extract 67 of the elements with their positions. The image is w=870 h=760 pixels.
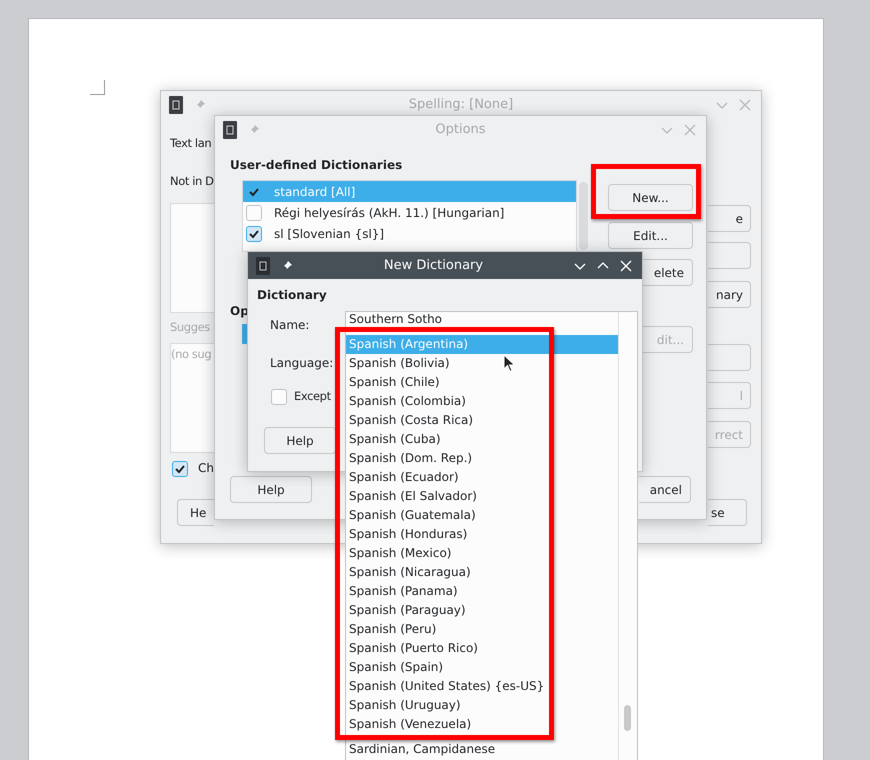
language-dropdown-menu[interactable] xyxy=(345,311,638,760)
dropdown-item[interactable]: Spanish (El Salvador) xyxy=(346,487,618,506)
suggestions-list[interactable] xyxy=(170,343,215,453)
window-title: Spelling: [None] xyxy=(408,97,514,112)
checkbox[interactable] xyxy=(246,226,262,242)
dropdown-item[interactable]: Southern Sotho xyxy=(346,312,618,327)
text-area[interactable] xyxy=(170,203,215,313)
dropdown-item[interactable]: Spanish (Puerto Rico) xyxy=(346,639,618,658)
dropdown-item[interactable]: Spanish (Costa Rica) xyxy=(346,411,618,430)
checkbox[interactable] xyxy=(246,204,262,220)
field-label: Text lan xyxy=(170,136,212,150)
scrollbar[interactable] xyxy=(579,182,588,250)
dropdown-item[interactable]: Spanish (Nicaragua) xyxy=(346,563,618,582)
document-icon xyxy=(223,120,237,138)
action-button[interactable]: Edit... xyxy=(608,222,693,249)
field-label: Sugges xyxy=(170,320,210,334)
dropdown-item[interactable]: Spanish (Chile) xyxy=(346,373,618,392)
check-icon xyxy=(248,228,260,240)
dropdown-item[interactable]: Spanish (Paraguay) xyxy=(346,601,618,620)
button-edge[interactable] xyxy=(708,344,751,371)
scrollbar-thumb[interactable] xyxy=(624,705,631,731)
dropdown-item[interactable]: Spanish (Dom. Rep.) xyxy=(346,449,618,468)
action-button[interactable]: nary xyxy=(708,281,751,308)
action-button[interactable]: New... xyxy=(608,184,693,211)
dropdown-item[interactable]: Spanish (Spain) xyxy=(346,658,618,677)
window-title: Options xyxy=(434,122,487,137)
action-button[interactable]: e xyxy=(708,205,751,232)
dropdown-item[interactable]: Spanish (Colombia) xyxy=(346,392,618,411)
dropdown-item[interactable]: Spanish (Bolivia) xyxy=(346,354,618,373)
help-button[interactable]: He xyxy=(177,499,214,526)
section-heading: Dictionary xyxy=(257,288,327,302)
dropdown-item[interactable]: Spanish (Ecuador) xyxy=(346,468,618,487)
checkbox-label: Except xyxy=(294,389,331,403)
window-title: New Dictionary xyxy=(382,258,484,273)
dropdown-item[interactable]: Spanish (Mexico) xyxy=(346,544,618,563)
page-corner-mark xyxy=(90,80,105,95)
field-label: Language: xyxy=(270,356,334,370)
dictionary-item[interactable]: Régi helyesírás (AkH. 11.) [Hungarian] xyxy=(243,202,576,223)
dropdown-item[interactable]: Spanish (Peru) xyxy=(346,620,618,639)
dropdown-item[interactable]: Spanish (Cuba) xyxy=(346,430,618,449)
checkbox-label: Ch xyxy=(198,461,214,475)
checkbox[interactable] xyxy=(172,461,188,477)
dictionary-list[interactable]: standard [All] Régi helyesírás (AkH. 11.) [Hungarian] sl [Slovenian {sl}] xyxy=(242,180,577,252)
document-icon xyxy=(169,96,183,114)
dropdown-item[interactable]: Spanish (Honduras) xyxy=(346,525,618,544)
button-edge[interactable] xyxy=(708,242,751,269)
document-icon xyxy=(256,256,270,274)
dropdown-item[interactable]: Sardinian, Campidanese xyxy=(346,740,618,759)
cancel-button[interactable]: ancel xyxy=(639,476,691,503)
section-heading: User-defined Dictionaries xyxy=(230,158,402,172)
dictionary-item[interactable]: sl [Slovenian {sl}] xyxy=(243,223,576,244)
dropdown-item[interactable]: Spanish (United States) {es-US} xyxy=(346,677,618,696)
help-button[interactable]: Help xyxy=(230,476,312,503)
close-button[interactable]: se xyxy=(708,499,747,526)
action-button[interactable]: elete xyxy=(643,259,693,286)
dropdown-item[interactable]: Spanish (Panama) xyxy=(346,582,618,601)
field-label: Not in D xyxy=(170,174,214,188)
checkbox[interactable] xyxy=(271,389,287,405)
check-icon xyxy=(174,463,186,475)
dropdown-item[interactable]: Spanish (Uruguay) xyxy=(346,696,618,715)
dropdown-item[interactable]: Spanish (Venezuela) xyxy=(346,715,618,734)
check-icon xyxy=(248,186,260,198)
help-button[interactable]: Help xyxy=(264,427,336,454)
placeholder-text: (no sug xyxy=(171,347,212,361)
mouse-pointer-icon xyxy=(503,354,516,373)
dropdown-item[interactable]: Spanish (Guatemala) xyxy=(346,506,618,525)
field-label: Name: xyxy=(270,318,310,332)
